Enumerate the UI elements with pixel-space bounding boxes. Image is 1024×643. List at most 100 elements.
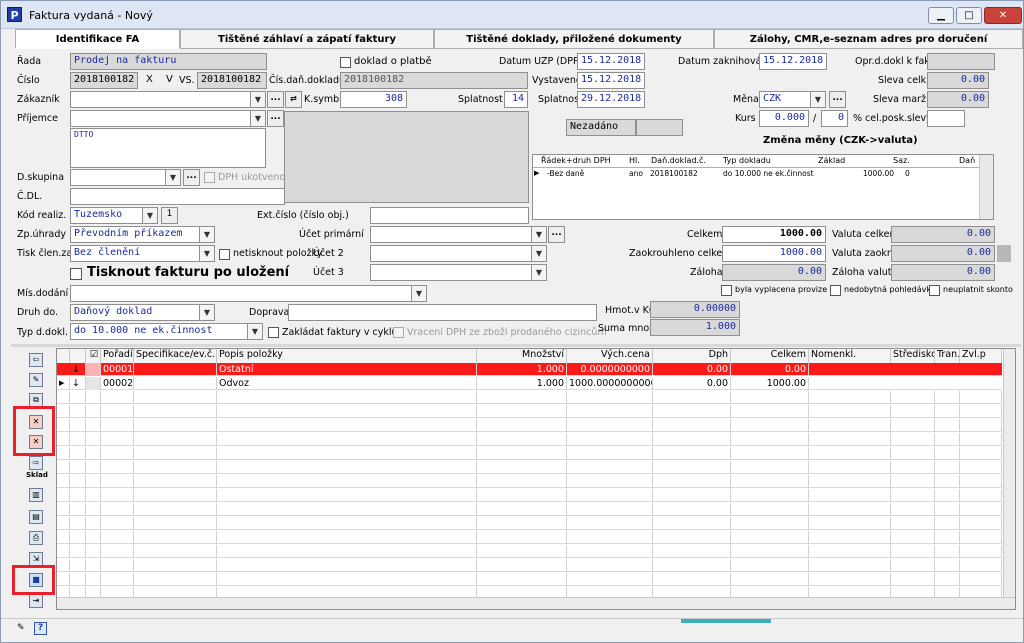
sklad-icon[interactable]: ⇨ [29,456,43,470]
vraceni-checkbox[interactable] [393,327,404,338]
valuta-celkem-field[interactable]: 0.00 [891,226,995,243]
kurs-field[interactable]: 0.000 [759,110,809,127]
row-checkbox[interactable] [86,363,101,376]
ksymb-field[interactable]: 308 [340,91,407,108]
row-arrow-icon[interactable]: ↓ [70,377,86,390]
tab-zahlavi[interactable]: Tištěné záhlaví a zápatí faktury [180,29,434,49]
print-icon[interactable]: ⎙ [29,531,43,545]
ucet2-dropdown[interactable]: ▼ [531,245,547,262]
typ-dokl-dropdown[interactable]: ▼ [247,323,263,340]
grid-header-poradi[interactable]: Pořadí [101,349,134,363]
row-arrow-icon[interactable]: ↓ [70,363,86,376]
address-memo[interactable] [284,111,529,203]
splitter[interactable] [11,344,1021,347]
grid-header-dph[interactable]: Dph [653,349,731,363]
ucet3-dropdown[interactable]: ▼ [531,264,547,281]
zp-uhrady-field[interactable]: Převodním příkazem [70,226,200,243]
maximize-button[interactable]: □ [956,7,982,24]
ucet-prim-input[interactable] [370,226,532,243]
datum-uzp-field[interactable]: 15.12.2018 [577,53,645,70]
grid-header-spec[interactable]: Specifikace/ev.č. [134,349,217,363]
mis-dodani-input[interactable] [70,285,412,302]
mena-dropdown[interactable]: ▼ [810,91,826,108]
prijemce-text[interactable]: DTTO [70,128,266,168]
mena-browse-button[interactable]: ... [829,91,846,108]
suma-field[interactable]: 1.000 [650,319,740,336]
grid-header-zvlp[interactable]: Zvl.p [960,349,1002,363]
close-button[interactable]: ✕ [984,7,1022,24]
help-icon[interactable]: ? [34,622,47,635]
kod-real-field[interactable]: Tuzemsko [70,207,143,224]
zakaznik-dropdown[interactable]: ▼ [250,91,266,108]
kod-real-num[interactable]: 1 [161,207,178,224]
mena-field[interactable]: CZK [759,91,811,108]
datum-zak-field[interactable]: 15.12.2018 [759,53,827,70]
book-icon[interactable]: ▥ [29,488,43,502]
splatnost-date-field[interactable]: 29.12.2018 [577,91,645,108]
vat-table[interactable]: Řádek+druh DPH Hl. Daň.doklad.č. Typ dok… [532,154,994,220]
ucet2-input[interactable] [370,245,532,262]
tisknout-checkbox[interactable] [70,268,82,280]
cdl-field[interactable] [70,188,285,205]
grid-header-mnozstvi[interactable]: Množství [477,349,567,363]
prijemce-input[interactable] [70,110,251,127]
prijemce-browse-button[interactable]: ... [267,110,284,127]
vat-scrollbar[interactable] [979,155,993,219]
edit-item-icon[interactable]: ✎ [29,373,43,387]
zp-uhrady-dropdown[interactable]: ▼ [199,226,215,243]
hmot-field[interactable]: 0.00000 [650,301,740,318]
export-icon[interactable]: ⇲ [29,552,43,566]
zaloha-valuta-field[interactable]: 0.00 [891,264,995,281]
new-record-icon[interactable]: ✎ [17,623,29,635]
celkem-field[interactable]: 1000.00 [722,226,826,243]
table-row[interactable]: ↓ 00001 Ostatní 1.000 0.0000000000 0.00 … [57,363,1002,376]
document-icon[interactable]: ▤ [29,510,43,524]
zakladat-checkbox[interactable] [268,327,279,338]
items-grid[interactable]: ☑ Pořadí Specifikace/ev.č. Popis položky… [56,348,1016,610]
dskupina-input[interactable] [70,169,168,186]
valuta-zaokr-field[interactable]: 0.00 [891,245,995,262]
doprava-field[interactable] [288,304,597,321]
add-item-icon[interactable]: ⇦ [29,353,43,367]
rada-field[interactable]: Prodej na fakturu [70,53,267,70]
neuplatnit-checkbox[interactable] [929,285,940,296]
splatnost-days-field[interactable]: 14 [504,91,528,108]
ucet-prim-dropdown[interactable]: ▼ [531,226,547,243]
zaokr-field[interactable]: 1000.00 [722,245,826,262]
typ-dokl-field[interactable]: do 10.000 ne ek.činnost [70,323,248,340]
grid-header-nomenkl[interactable]: Nomenkl. [809,349,891,363]
tisk-clen-field[interactable]: Bez členění [70,245,200,262]
ext-cislo-field[interactable] [370,207,529,224]
kurs2-field[interactable]: 0 [821,110,848,127]
sleva-marz-field[interactable]: 0.00 [927,91,989,108]
grid-header-popis[interactable]: Popis položky [217,349,477,363]
opr-field[interactable] [927,53,995,70]
nedobytna-checkbox[interactable] [830,285,841,296]
grid-header-cena[interactable]: Vých.cena [567,349,653,363]
ucet3-input[interactable] [370,264,532,281]
tab-tistene-doklady[interactable]: Tištěné doklady, přiložené dokumenty [434,29,714,49]
grid-header-stredisko[interactable]: Středisko [891,349,935,363]
provize-checkbox[interactable] [721,285,732,296]
mis-dodani-dropdown[interactable]: ▼ [411,285,427,302]
grid-horizontal-scrollbar[interactable] [57,597,1015,609]
druh-do-dropdown[interactable]: ▼ [199,304,215,321]
netisknout-checkbox[interactable] [219,249,230,260]
grid-vertical-scrollbar[interactable] [1003,349,1015,597]
cis-dan-field[interactable]: 2018100182 [340,72,528,89]
minimize-button[interactable]: ▁ [928,7,954,24]
dskupina-browse-button[interactable]: ... [183,169,200,186]
vystaveno-field[interactable]: 15.12.2018 [577,72,645,89]
vs-field[interactable]: 2018100182 [197,72,267,89]
tisk-clen-dropdown[interactable]: ▼ [199,245,215,262]
prijemce-dropdown[interactable]: ▼ [250,110,266,127]
zakaznik-browse-button[interactable]: ... [267,91,284,108]
grid-header-tran[interactable]: Tran. [935,349,960,363]
druh-do-field[interactable]: Daňový doklad [70,304,200,321]
zakaznik-input[interactable] [70,91,251,108]
nezadano-field[interactable]: Nezadáno [566,119,636,136]
cel-posk-field[interactable] [927,110,965,127]
table-row[interactable]: ▶ ↓ 00002 Odvoz 1.000 1000.0000000000 0.… [57,377,1002,390]
cislo-field[interactable]: 2018100182 [70,72,138,89]
tab-zalohy[interactable]: Zálohy, CMR,e-seznam adres pro doručení [714,29,1023,49]
